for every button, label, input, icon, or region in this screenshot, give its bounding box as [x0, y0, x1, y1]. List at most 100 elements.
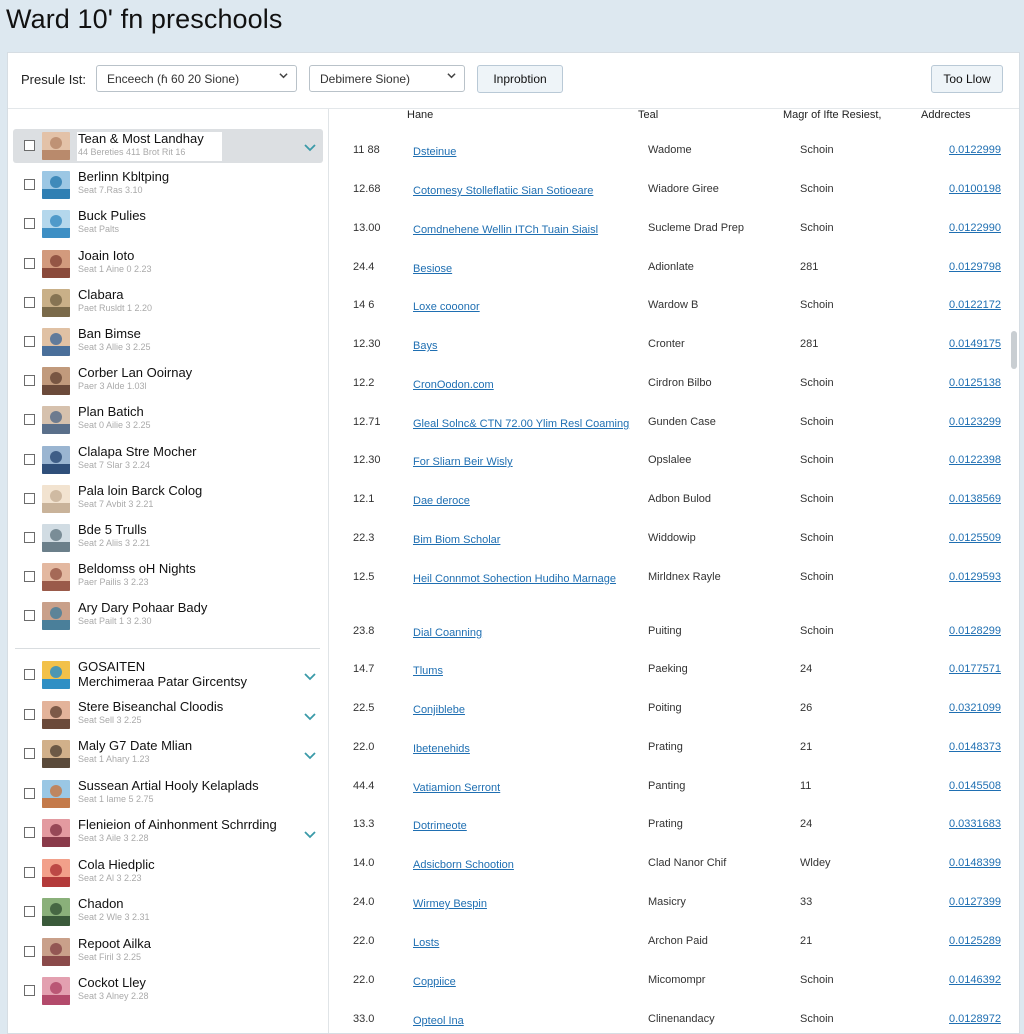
list-item[interactable]: Beldomss oH Nights Paer Pailis 3 2.23: [13, 560, 323, 596]
cell-address-link[interactable]: 0.0148399: [949, 857, 1001, 869]
table-row[interactable]: 22.3 Bim Biom Scholar Widdowip Schoin 0.0125…: [331, 532, 1011, 570]
cell-address-link[interactable]: 0.0149175: [949, 338, 1001, 350]
cell-name-link[interactable]: Coppiice: [413, 974, 456, 990]
cell-address-link[interactable]: 0.0125289: [949, 935, 1001, 947]
list-item[interactable]: Chadon Seat 2 Wle 3 2.31: [13, 895, 323, 931]
cell-name-link[interactable]: Dotrimeote: [413, 818, 467, 834]
cell-name-link[interactable]: Bim Biom Scholar: [413, 532, 500, 548]
list-item[interactable]: Clabara Paet Rusldt 1 2.20: [13, 286, 323, 322]
cell-address-link[interactable]: 0.0123299: [949, 416, 1001, 428]
cell-name-link[interactable]: Adsicborn Schootion: [413, 857, 514, 873]
item-checkbox[interactable]: [24, 532, 35, 543]
cell-address-link[interactable]: 0.0321099: [949, 702, 1001, 714]
item-checkbox[interactable]: [24, 336, 35, 347]
table-row[interactable]: 24.0 Wirmey Bespin Masicry 33 0.0127399: [331, 896, 1011, 934]
cell-name-link[interactable]: Loxe cooonor: [413, 299, 480, 315]
cell-address-link[interactable]: 0.0129593: [949, 571, 1001, 583]
item-checkbox[interactable]: [24, 748, 35, 759]
item-checkbox[interactable]: [24, 375, 35, 387]
item-checkbox[interactable]: [24, 708, 35, 720]
cell-address-link[interactable]: 0.0122398: [949, 454, 1001, 466]
cell-name-link[interactable]: Vatiamion Serront: [413, 780, 500, 796]
item-checkbox[interactable]: [24, 866, 35, 878]
item-checkbox[interactable]: [24, 945, 35, 957]
item-checkbox[interactable]: [24, 906, 35, 917]
filter-select[interactable]: Debimere Sione): [309, 65, 465, 92]
item-checkbox[interactable]: [24, 492, 35, 504]
table-row[interactable]: 14.7 Tlums Paeking 24 0.0177571: [331, 663, 1011, 701]
cell-address-link[interactable]: 0.0122172: [949, 299, 1001, 311]
inprobtion-button[interactable]: Inprobtion: [477, 65, 563, 93]
cell-name-link[interactable]: Tlums: [413, 663, 443, 679]
col-header-address[interactable]: Addrectes: [921, 109, 971, 121]
vertical-scrollbar[interactable]: [1011, 331, 1017, 369]
cell-name-link[interactable]: Heil Connmot Sohection Hudiho Marnage: [413, 571, 616, 587]
table-row[interactable]: 14 6 Loxe cooonor Wardow B Schoin 0.0122172: [331, 299, 1011, 337]
table-row[interactable]: 13.3 Dotrimeote Prating 24 0.0331683: [331, 818, 1011, 856]
cell-address-link[interactable]: 0.0138569: [949, 493, 1001, 505]
cell-address-link[interactable]: 0.0122990: [949, 222, 1001, 234]
item-checkbox[interactable]: [24, 453, 35, 465]
cell-name-link[interactable]: Conjiblebe: [413, 702, 465, 718]
list-item[interactable]: Tean & Most Landhay 44 Bereties 411 Brot …: [13, 129, 323, 163]
location-select[interactable]: Enceech (ɦ 60 20 Sione): [96, 65, 297, 92]
item-checkbox[interactable]: [24, 257, 35, 269]
cell-address-link[interactable]: 0.0146392: [949, 974, 1001, 986]
cell-name-link[interactable]: Gleal Solnc& CTN 72.00 Ylim Resl Coaming: [413, 416, 629, 432]
too-low-button[interactable]: Too Llow: [931, 65, 1003, 93]
list-item[interactable]: Cockot Lley Seat 3 Alney 2.28: [13, 974, 323, 1010]
cell-name-link[interactable]: Dial Coanning: [413, 625, 482, 641]
list-item[interactable]: Sussean Artial Hooly Kelaplads Seat 1 lam…: [13, 777, 323, 813]
item-checkbox[interactable]: [24, 985, 35, 996]
cell-address-link[interactable]: 0.0128972: [949, 1013, 1001, 1025]
item-checkbox[interactable]: [24, 414, 35, 426]
table-row[interactable]: 12.1 Dae deroce Adbon Bulod Schoin 0.0138569: [331, 493, 1011, 531]
list-item[interactable]: Bde 5 Trulls Seat 2 Aliis 3 2.21: [13, 521, 323, 557]
cell-name-link[interactable]: CronOodon.com: [413, 377, 494, 393]
item-checkbox[interactable]: [24, 610, 35, 622]
table-row[interactable]: 12.71 Gleal Solnc& CTN 72.00 Ylim Resl Co…: [331, 416, 1011, 454]
cell-name-link[interactable]: Dae deroce: [413, 493, 470, 509]
cell-name-link[interactable]: Besiose: [413, 261, 452, 277]
table-row[interactable]: 13.00 Comdnehene Wellin ITCh Tuain Siaisl…: [331, 222, 1011, 260]
list-item[interactable]: Berlinn Kbltping Seat 7.Ras 3.10: [13, 168, 323, 204]
col-header-teal[interactable]: Teal: [638, 109, 658, 121]
table-row[interactable]: 12.5 Heil Connmot Sohection Hudiho Marnag…: [331, 571, 1011, 609]
list-item[interactable]: Pala loin Barck Colog Seat 7 Avbit 3 2.21: [13, 482, 323, 518]
cell-address-link[interactable]: 0.0128299: [949, 625, 1001, 637]
table-row[interactable]: 22.0 Ibetenehids Prating 21 0.0148373: [331, 741, 1011, 779]
cell-address-link[interactable]: 0.0331683: [949, 818, 1001, 830]
list-item[interactable]: Cola Hiedplic Seat 2 Al 3 2.23: [13, 856, 323, 892]
cell-name-link[interactable]: Comdnehene Wellin ITCh Tuain Siaisl: [413, 222, 598, 238]
table-row[interactable]: 22.0 Losts Archon Paid 21 0.0125289: [331, 935, 1011, 973]
cell-address-link[interactable]: 0.0129798: [949, 261, 1001, 273]
table-row[interactable]: 22.5 Conjiblebe Poiting 26 0.0321099: [331, 702, 1011, 740]
cell-address-link[interactable]: 0.0148373: [949, 741, 1001, 753]
cell-name-link[interactable]: Bays: [413, 338, 437, 354]
table-row[interactable]: 23.8 Dial Coanning Puiting Schoin 0.0128299: [331, 625, 1011, 663]
list-item[interactable]: Repoot Ailka Seat Firil 3 2.25: [13, 935, 323, 971]
cell-address-link[interactable]: 0.0125138: [949, 377, 1001, 389]
list-item[interactable]: Joain Ioto Seat 1 Aine 0 2.23: [13, 247, 323, 283]
cell-name-link[interactable]: Ibetenehids: [413, 741, 470, 757]
item-checkbox[interactable]: [24, 179, 35, 191]
cell-address-link[interactable]: 0.0127399: [949, 896, 1001, 908]
table-row[interactable]: 12.30 For Sliarn Beir Wisly Opslalee Schoin…: [331, 454, 1011, 492]
cell-address-link[interactable]: 0.0145508: [949, 780, 1001, 792]
item-checkbox[interactable]: [24, 296, 35, 308]
table-row[interactable]: 14.0 Adsicborn Schootion Clad Nanor Chif Wl…: [331, 857, 1011, 895]
list-item[interactable]: Buck Pulies Seat Palts: [13, 207, 323, 243]
cell-name-link[interactable]: Wirmey Bespin: [413, 896, 487, 912]
cell-address-link[interactable]: 0.0125509: [949, 532, 1001, 544]
list-item[interactable]: GOSAITEN Merchimeraa Patar Gircentsy: [13, 658, 323, 694]
list-item[interactable]: Maly G7 Date Mlian Seat 1 Ahary 1.23: [13, 737, 323, 773]
table-row[interactable]: 11 88 Dsteinue Wadome Schoin 0.0122999: [331, 144, 1011, 182]
list-item[interactable]: Ban Bimse Seat 3 Allie 3 2.25: [13, 325, 323, 361]
item-checkbox[interactable]: [24, 669, 35, 680]
item-checkbox[interactable]: [24, 218, 35, 230]
table-row[interactable]: 33.0 Opteol Ina Clinenandacy Schoin 0.012897…: [331, 1013, 1011, 1033]
item-checkbox[interactable]: [24, 787, 35, 799]
table-row[interactable]: 22.0 Coppiice Micomompr Schoin 0.0146392: [331, 974, 1011, 1012]
cell-name-link[interactable]: Opteol Ina: [413, 1013, 464, 1029]
item-checkbox[interactable]: [24, 827, 35, 838]
